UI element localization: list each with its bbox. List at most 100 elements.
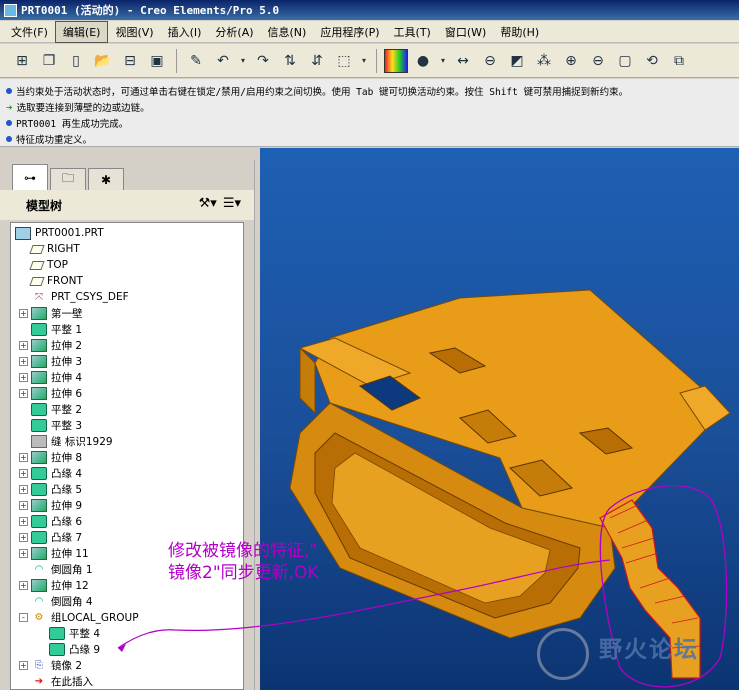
zoom-out-icon[interactable]: ⊖ xyxy=(586,49,610,73)
regenerate-icon[interactable]: ⊞ xyxy=(10,49,34,73)
measure-distance-icon[interactable]: ↔ xyxy=(451,49,475,73)
tree-node[interactable]: TOP xyxy=(11,257,243,273)
expand-icon[interactable]: + xyxy=(19,308,28,318)
expand-icon[interactable]: + xyxy=(19,388,28,398)
model-tree-tab-icon[interactable]: ⊶ xyxy=(12,164,48,190)
menu-info[interactable]: 信息(N) xyxy=(261,22,314,42)
tree-node-label: 拉伸 4 xyxy=(51,371,83,384)
appearance-dropdown-icon[interactable]: ▾ xyxy=(438,49,448,73)
tree-node[interactable]: + 凸缘 4 xyxy=(11,465,243,481)
expand-icon[interactable]: + xyxy=(19,548,28,558)
new-file-icon[interactable]: ▯ xyxy=(64,49,88,73)
datum-points-icon[interactable]: ⁂ xyxy=(532,49,556,73)
expand-icon[interactable]: + xyxy=(19,516,28,526)
menu-edit[interactable]: 编辑(E) xyxy=(54,20,109,43)
graphics-window[interactable] xyxy=(260,148,739,690)
expand-icon[interactable]: + xyxy=(19,372,28,382)
info-bullet-icon xyxy=(6,88,12,94)
view-manager-icon[interactable]: ⇅ xyxy=(278,49,302,73)
mass-properties-icon[interactable]: ⊖ xyxy=(478,49,502,73)
expand-icon[interactable]: + xyxy=(19,340,28,350)
tree-node-label: 镜像 2 xyxy=(51,659,83,672)
zoom-in-icon[interactable]: ⊕ xyxy=(559,49,583,73)
expand-icon[interactable]: + xyxy=(19,660,28,670)
selection-box-icon[interactable]: ⬚ xyxy=(332,49,356,73)
folder-browser-tab-icon[interactable]: 🗀 xyxy=(50,168,86,190)
tree-node[interactable]: + 拉伸 9 xyxy=(11,497,243,513)
saved-views-icon[interactable]: ⧉ xyxy=(667,49,691,73)
extrude-feature-icon xyxy=(31,450,47,464)
menu-analysis[interactable]: 分析(A) xyxy=(208,22,260,42)
expand-icon[interactable]: + xyxy=(19,484,28,494)
tree-node[interactable]: ◠ 倒圆角 4 xyxy=(11,593,243,609)
flat-wall-icon xyxy=(49,642,65,656)
tree-node[interactable]: PRT0001.PRT xyxy=(11,225,243,241)
tree-node[interactable]: + 拉伸 2 xyxy=(11,337,243,353)
tree-node[interactable]: FRONT xyxy=(11,273,243,289)
collapse-icon[interactable]: - xyxy=(19,612,28,622)
menu-insert[interactable]: 插入(I) xyxy=(161,22,209,42)
coordinate-system-icon: ⤧ xyxy=(35,291,43,303)
tree-node-label: 拉伸 12 xyxy=(51,579,89,592)
tree-node-label: TOP xyxy=(47,259,69,271)
tree-node[interactable]: + 拉伸 4 xyxy=(11,369,243,385)
expand-icon[interactable]: + xyxy=(19,580,28,590)
tree-node[interactable]: + 凸缘 6 xyxy=(11,513,243,529)
tree-node[interactable]: 平整 4 xyxy=(11,625,243,641)
part-model-view xyxy=(289,289,731,688)
undo-icon[interactable]: ↶ xyxy=(211,49,235,73)
menu-tools[interactable]: 工具(T) xyxy=(387,22,438,42)
menu-help[interactable]: 帮助(H) xyxy=(493,22,546,42)
tree-node[interactable]: 缝 标识1929 xyxy=(11,433,243,449)
select-working-dir-icon[interactable]: ⊟ xyxy=(118,49,142,73)
round-feature-icon: ◠ xyxy=(34,595,44,607)
tree-node[interactable]: + 拉伸 8 xyxy=(11,449,243,465)
menu-window[interactable]: 窗口(W) xyxy=(438,22,493,42)
tree-node[interactable]: + ⎘ 镜像 2 xyxy=(11,657,243,673)
extrude-feature-icon xyxy=(31,370,47,384)
info-bullet-icon xyxy=(6,120,12,126)
menu-file[interactable]: 文件(F) xyxy=(4,22,55,42)
expand-icon[interactable]: + xyxy=(19,500,28,510)
favorites-tab-icon[interactable]: ✱ xyxy=(88,168,124,190)
analysis-graph-icon[interactable]: ◩ xyxy=(505,49,529,73)
copy-icon[interactable]: ❐ xyxy=(37,49,61,73)
selection-dropdown-icon[interactable]: ▾ xyxy=(359,49,369,73)
tree-node[interactable]: + 拉伸 6 xyxy=(11,385,243,401)
undo-dropdown-icon[interactable]: ▾ xyxy=(238,49,248,73)
tree-node-label: 拉伸 6 xyxy=(51,387,83,400)
refit-icon[interactable]: ▢ xyxy=(613,49,637,73)
appearance-sphere-icon[interactable]: ● xyxy=(411,49,435,73)
reorient-icon[interactable]: ⟲ xyxy=(640,49,664,73)
tree-node[interactable]: 平整 3 xyxy=(11,417,243,433)
tree-node-label: 平整 2 xyxy=(51,403,83,416)
regenerate-model-icon[interactable]: ✎ xyxy=(184,49,208,73)
model-tree-title: 模型树 xyxy=(26,198,63,213)
tree-node[interactable]: 凸缘 9 xyxy=(11,641,243,657)
expand-icon[interactable]: + xyxy=(19,452,28,462)
message-line: ➔ 选取要连接到薄壁的边或边链。 xyxy=(6,100,150,115)
tree-node[interactable]: - ⚙ 组LOCAL_GROUP xyxy=(11,609,243,625)
tree-node-label: 拉伸 8 xyxy=(51,451,83,464)
expand-icon[interactable]: + xyxy=(19,468,28,478)
tree-node[interactable]: ➔ 在此插入 xyxy=(11,673,243,689)
tree-columns-icon[interactable]: ☰▾ xyxy=(223,196,241,211)
layer-icon[interactable]: ⇵ xyxy=(305,49,329,73)
tree-node[interactable]: + 凸缘 5 xyxy=(11,481,243,497)
menu-view[interactable]: 视图(V) xyxy=(108,22,160,42)
menu-applications[interactable]: 应用程序(P) xyxy=(313,22,386,42)
tree-node[interactable]: + 拉伸 3 xyxy=(11,353,243,369)
expand-icon[interactable]: + xyxy=(19,532,28,542)
expand-icon[interactable]: + xyxy=(19,356,28,366)
tree-node[interactable]: 平整 2 xyxy=(11,401,243,417)
tree-node[interactable]: + 第一壁 xyxy=(11,305,243,321)
tree-node[interactable]: RIGHT xyxy=(11,241,243,257)
shading-color-icon[interactable]: ■ xyxy=(384,48,408,73)
redo-icon[interactable]: ↷ xyxy=(251,49,275,73)
tree-node-label: 第一壁 xyxy=(51,307,83,320)
tree-node[interactable]: ⤧ PRT_CSYS_DEF xyxy=(11,289,243,305)
tree-settings-icon[interactable]: ⚒▾ xyxy=(199,196,217,211)
tree-node[interactable]: 平整 1 xyxy=(11,321,243,337)
open-file-icon[interactable]: 📂 xyxy=(91,49,115,73)
save-icon[interactable]: ▣ xyxy=(145,49,169,73)
